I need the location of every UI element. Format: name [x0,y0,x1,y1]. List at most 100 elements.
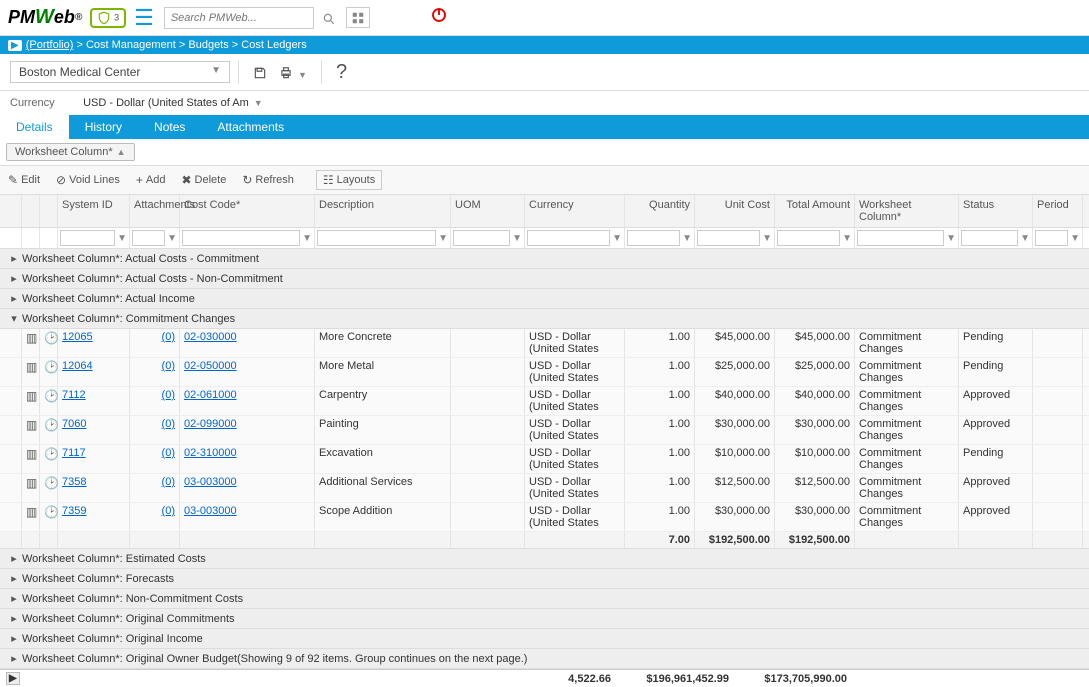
system-id-link[interactable]: 7112 [62,389,86,401]
tab-history[interactable]: History [69,115,138,139]
system-id-link[interactable]: 7117 [62,447,86,459]
group-row[interactable]: ▾Worksheet Column*: Commitment Changes [0,309,1089,329]
table-row[interactable]: ▥🕑7060(0)02-099000PaintingUSD - Dollar (… [0,416,1089,445]
expand-icon[interactable]: ▸ [6,292,22,305]
expand-icon[interactable]: ▸ [6,252,22,265]
attachments-link[interactable]: (0) [162,476,175,488]
filter-input[interactable] [1035,230,1068,246]
filter-icon[interactable]: ▼ [842,233,852,244]
filter-input[interactable] [182,230,300,246]
col-total[interactable]: Total Amount [775,195,855,227]
copy-icon[interactable]: ▥ [26,389,37,403]
apps-icon[interactable] [346,7,370,28]
col-status[interactable]: Status [959,195,1033,227]
tab-notes[interactable]: Notes [138,115,201,139]
expand-icon[interactable]: ▸ [6,272,22,285]
group-row[interactable]: ▸Worksheet Column*: Non-Commitment Costs [0,589,1089,609]
cost-code-link[interactable]: 02-099000 [184,418,237,430]
cost-code-link[interactable]: 02-061000 [184,389,237,401]
group-row[interactable]: ▸Worksheet Column*: Original Owner Budge… [0,649,1089,669]
group-by-pill[interactable]: Worksheet Column* ▲ [6,143,135,161]
group-row[interactable]: ▸Worksheet Column*: Actual Costs - Commi… [0,249,1089,269]
menu-icon[interactable]: ☰ [134,5,154,31]
clock-icon[interactable]: 🕑 [44,505,59,519]
filter-icon[interactable]: ▼ [682,233,692,244]
currency-value[interactable]: USD - Dollar (United States of Am [83,97,249,109]
filter-input[interactable] [777,230,840,246]
filter-icon[interactable]: ▼ [946,233,956,244]
tab-details[interactable]: Details [0,115,69,139]
system-id-link[interactable]: 7060 [62,418,86,430]
clock-icon[interactable]: 🕑 [44,360,59,374]
tab-attachments[interactable]: Attachments [201,115,300,139]
filter-input[interactable] [961,230,1018,246]
col-worksheet-column[interactable]: Worksheet Column* [855,195,959,227]
filter-icon[interactable]: ▼ [762,233,772,244]
table-row[interactable]: ▥🕑12065(0)02-030000More ConcreteUSD - Do… [0,329,1089,358]
cost-code-link[interactable]: 03-003000 [184,476,237,488]
table-row[interactable]: ▥🕑7358(0)03-003000Additional ServicesUSD… [0,474,1089,503]
copy-icon[interactable]: ▥ [26,505,37,519]
system-id-link[interactable]: 7359 [62,505,86,517]
add-button[interactable]: +Add [136,173,166,187]
expand-icon[interactable]: ▸ [6,612,22,625]
delete-button[interactable]: ✖Delete [181,173,226,187]
attachments-link[interactable]: (0) [162,331,175,343]
attachments-link[interactable]: (0) [162,447,175,459]
chevron-down-icon[interactable]: ▼ [254,98,263,108]
expand-icon[interactable]: ▸ [6,572,22,585]
save-icon[interactable] [253,62,267,83]
col-description[interactable]: Description [315,195,451,227]
filter-icon[interactable]: ▼ [302,233,312,244]
clock-icon[interactable]: 🕑 [44,418,59,432]
filter-input[interactable] [453,230,510,246]
attachments-link[interactable]: (0) [162,360,175,372]
filter-icon[interactable]: ▼ [612,233,622,244]
table-row[interactable]: ▥🕑7359(0)03-003000Scope AdditionUSD - Do… [0,503,1089,532]
group-row[interactable]: ▸Worksheet Column*: Original Commitments [0,609,1089,629]
copy-icon[interactable]: ▥ [26,418,37,432]
filter-input[interactable] [527,230,610,246]
table-row[interactable]: ▥🕑12064(0)02-050000More MetalUSD - Dolla… [0,358,1089,387]
system-id-link[interactable]: 12064 [62,360,93,372]
system-id-link[interactable]: 7358 [62,476,86,488]
attachments-link[interactable]: (0) [162,505,175,517]
cost-code-link[interactable]: 02-030000 [184,331,237,343]
breadcrumb-ledgers[interactable]: Cost Ledgers [241,39,306,51]
group-row[interactable]: ▸Worksheet Column*: Actual Income [0,289,1089,309]
col-quantity[interactable]: Quantity [625,195,695,227]
group-row[interactable]: ▸Worksheet Column*: Actual Costs - Non-C… [0,269,1089,289]
project-dropdown[interactable]: Boston Medical Center ▼ [10,61,230,83]
clock-icon[interactable]: 🕑 [44,389,59,403]
filter-icon[interactable]: ▼ [512,233,522,244]
filter-icon[interactable]: ▼ [1070,233,1080,244]
breadcrumb-portfolio[interactable]: (Portfolio) [26,39,74,51]
refresh-button[interactable]: ↻Refresh [242,173,294,187]
filter-input[interactable] [627,230,680,246]
expand-icon[interactable]: ▸ [6,632,22,645]
copy-icon[interactable]: ▥ [26,447,37,461]
table-row[interactable]: ▥🕑7117(0)02-310000ExcavationUSD - Dollar… [0,445,1089,474]
void-lines-button[interactable]: ⊘Void Lines [56,173,120,187]
help-icon[interactable]: ? [336,61,347,84]
col-period[interactable]: Period [1033,195,1083,227]
breadcrumb-back-icon[interactable]: ▶ [8,40,22,51]
clock-icon[interactable]: 🕑 [44,331,59,345]
filter-icon[interactable]: ▼ [1020,233,1030,244]
breadcrumb-budgets[interactable]: Budgets [188,39,228,51]
collapse-icon[interactable]: ▾ [6,312,22,325]
group-row[interactable]: ▸Worksheet Column*: Estimated Costs [0,549,1089,569]
cost-code-link[interactable]: 02-050000 [184,360,237,372]
filter-input[interactable] [697,230,760,246]
breadcrumb-cm[interactable]: Cost Management [86,39,176,51]
filter-input[interactable] [857,230,944,246]
cost-code-link[interactable]: 03-003000 [184,505,237,517]
next-page-icon[interactable]: ▶ [6,672,20,685]
edit-button[interactable]: ✎Edit [8,173,40,187]
table-row[interactable]: ▥🕑7112(0)02-061000CarpentryUSD - Dollar … [0,387,1089,416]
expand-icon[interactable]: ▸ [6,652,22,665]
col-cost-code[interactable]: Cost Code* [180,195,315,227]
attachments-link[interactable]: (0) [162,418,175,430]
layouts-button[interactable]: ☷Layouts [316,170,382,190]
group-row[interactable]: ▸Worksheet Column*: Original Income [0,629,1089,649]
